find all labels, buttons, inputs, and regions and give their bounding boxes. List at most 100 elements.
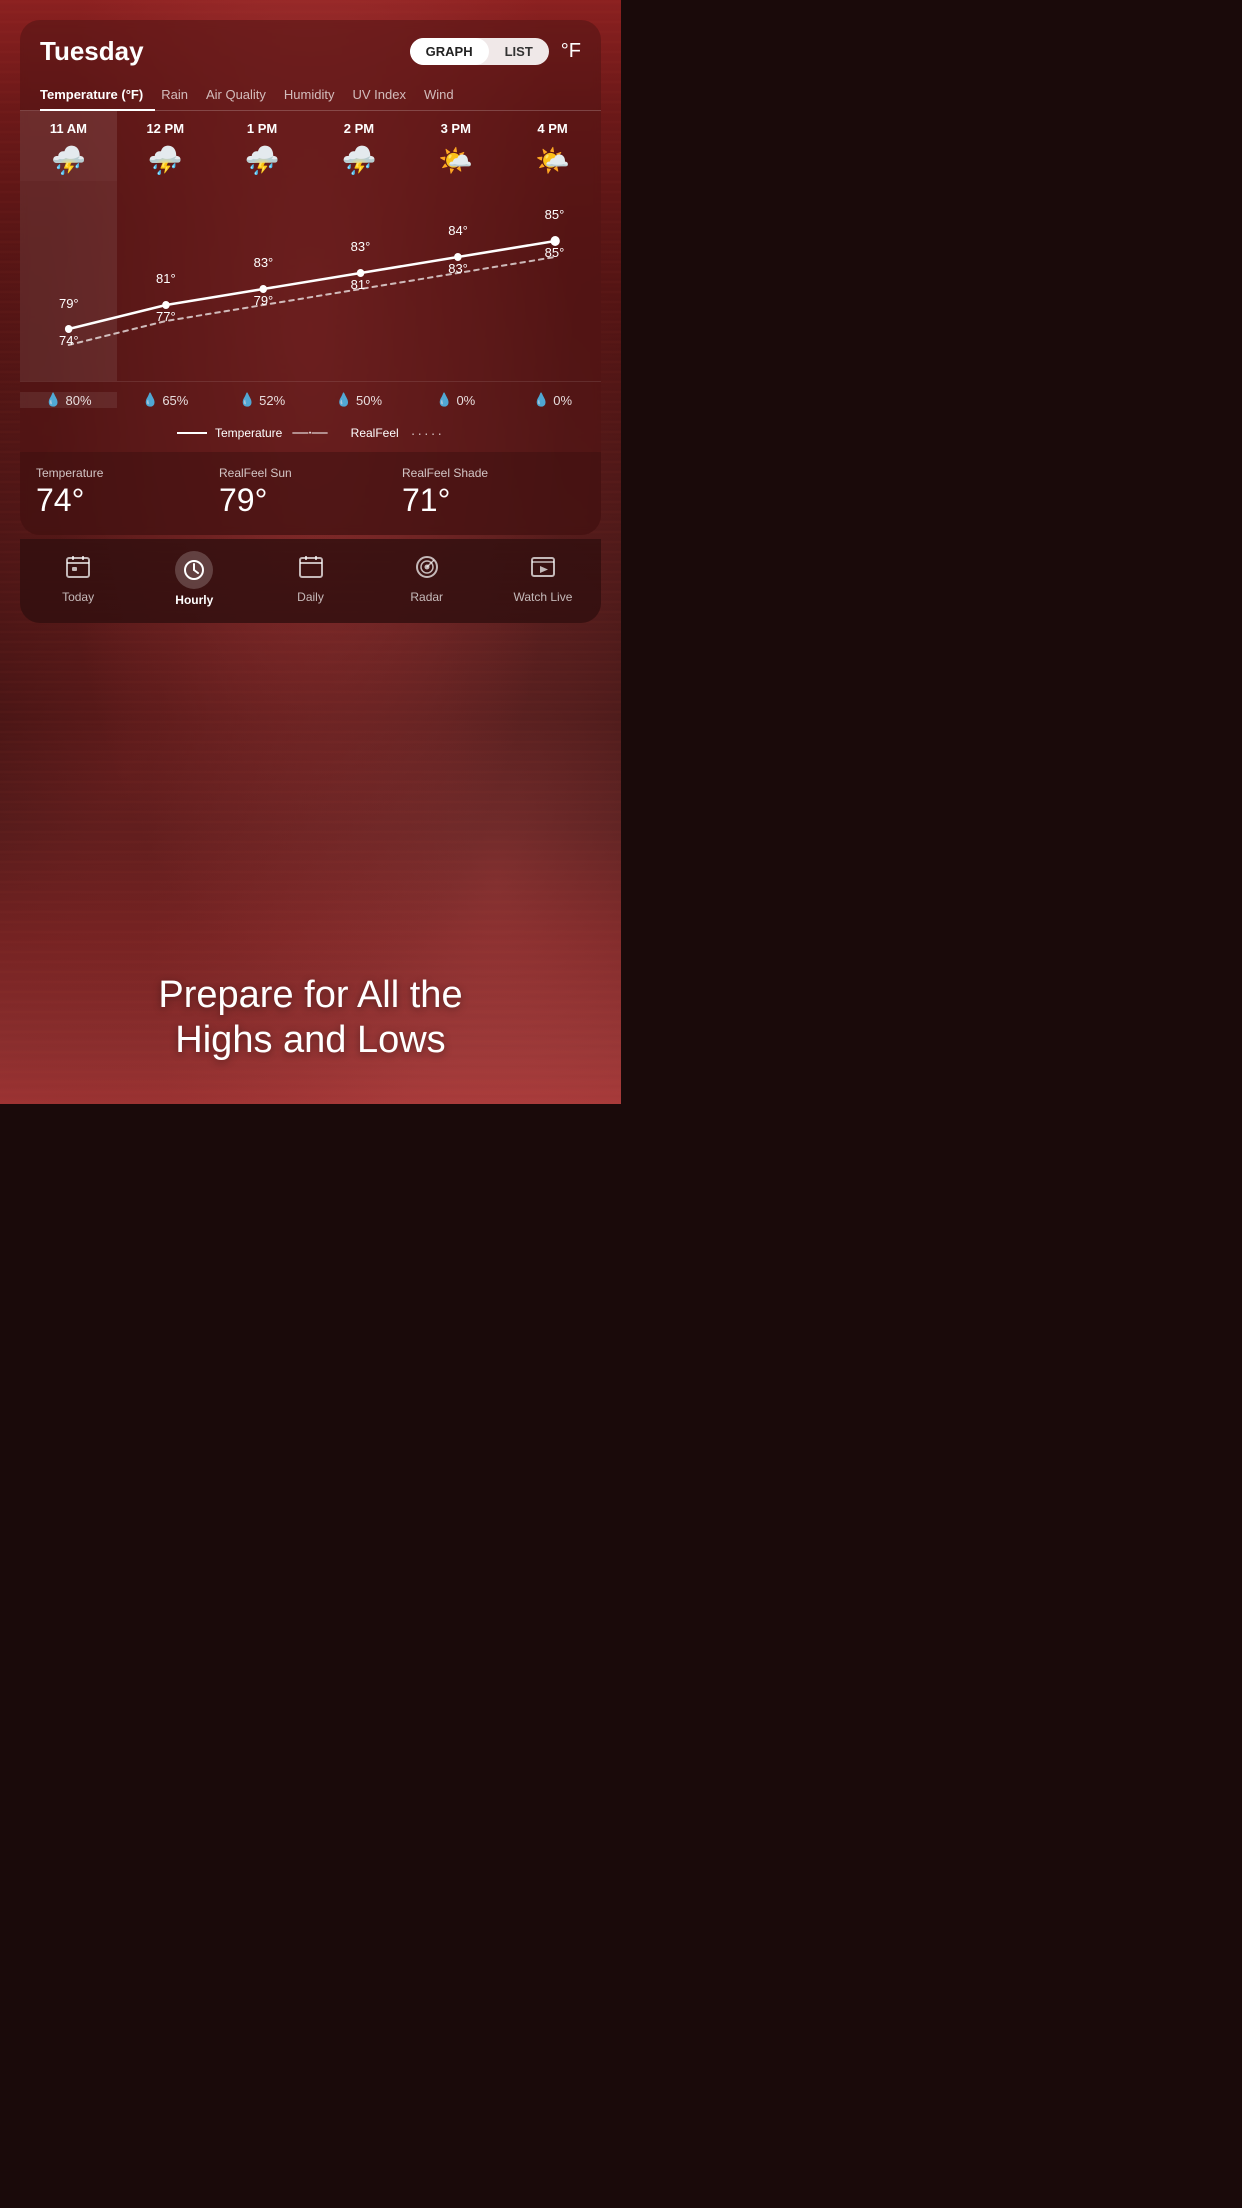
precip-value-4: 0%	[456, 393, 475, 408]
high-temp-label-5: 85°	[545, 207, 565, 222]
precip-value-2: 52%	[259, 393, 285, 408]
list-button[interactable]: LIST	[489, 38, 549, 65]
dot-2	[260, 285, 267, 293]
stat-realfeel-sun-value: 79°	[219, 482, 402, 519]
hours-grid: 11 AM ⛈️ 12 PM ⛈️ 1 PM ⛈️ 2 PM ⛈️ 3 PM	[20, 111, 601, 181]
low-temp-label-3: 81°	[351, 277, 371, 292]
high-temp-label-4: 84°	[448, 223, 468, 238]
chart-legend: Temperature —·— RealFeel ·····	[20, 420, 601, 452]
legend-realfeel-label: RealFeel	[351, 426, 399, 440]
hour-label-1: 12 PM	[146, 121, 184, 136]
hour-label-5: 4 PM	[537, 121, 567, 136]
temperature-chart: 79° 81° 83° 83° 84° 85° 74° 77° 79° 81° …	[20, 181, 601, 381]
stat-realfeel-sun: RealFeel Sun 79°	[219, 466, 402, 519]
unit-label: °F	[561, 40, 581, 63]
tab-uv-index[interactable]: UV Index	[353, 79, 418, 110]
legend-realfeel: RealFeel ·····	[351, 424, 444, 442]
stat-realfeel-shade: RealFeel Shade 71°	[402, 466, 585, 519]
precip-icon-0: 💧	[45, 392, 61, 408]
bottom-nav: Today Hourly Daily	[20, 539, 601, 623]
stat-realfeel-sun-label: RealFeel Sun	[219, 466, 402, 480]
hour-label-2: 1 PM	[247, 121, 277, 136]
hour-label-3: 2 PM	[344, 121, 374, 136]
precip-cell-0: 💧 80%	[20, 392, 117, 408]
precip-icon-3: 💧	[336, 392, 352, 408]
header-controls: GRAPH LIST °F	[410, 38, 581, 65]
high-temp-label-1: 81°	[156, 271, 176, 286]
tab-wind[interactable]: Wind	[424, 79, 466, 110]
today-icon	[65, 554, 91, 586]
daily-icon	[298, 554, 324, 586]
stat-temperature-label: Temperature	[36, 466, 219, 480]
radar-icon	[414, 554, 440, 586]
weather-icon-5: 🌤️	[535, 144, 570, 177]
precip-icon-2: 💧	[239, 392, 255, 408]
precip-cell-4: 💧 0%	[407, 392, 504, 408]
tab-humidity[interactable]: Humidity	[284, 79, 347, 110]
dot-4	[454, 253, 461, 261]
weather-icon-2: ⛈️	[245, 144, 280, 177]
tab-temperature[interactable]: Temperature (°F)	[40, 79, 155, 110]
tab-air-quality[interactable]: Air Quality	[206, 79, 278, 110]
weather-card: Tuesday GRAPH LIST °F Temperature (°F) R…	[20, 20, 601, 535]
precip-icon-4: 💧	[436, 392, 452, 408]
graph-button[interactable]: GRAPH	[410, 38, 489, 65]
precip-cell-2: 💧 52%	[214, 392, 311, 408]
tab-rain[interactable]: Rain	[161, 79, 200, 110]
precip-cell-1: 💧 65%	[117, 392, 214, 408]
watch-live-icon	[530, 554, 556, 586]
nav-hourly[interactable]: Hourly	[136, 551, 252, 607]
low-temp-label-1: 77°	[156, 309, 176, 324]
nav-hourly-label: Hourly	[175, 593, 213, 607]
view-toggle[interactable]: GRAPH LIST	[410, 38, 549, 65]
nav-today[interactable]: Today	[20, 554, 136, 604]
precip-value-0: 80%	[65, 393, 91, 408]
legend-temperature: Temperature —·—	[177, 424, 327, 442]
nav-today-label: Today	[62, 590, 94, 604]
weather-icon-4: 🌤️	[438, 144, 473, 177]
dot-0	[65, 325, 72, 333]
hour-col-3: 2 PM ⛈️	[311, 111, 408, 181]
weather-icon-3: ⛈️	[341, 144, 376, 177]
low-temp-label-4: 83°	[448, 261, 468, 276]
precip-value-5: 0%	[553, 393, 572, 408]
high-temp-label-0: 79°	[59, 296, 79, 311]
hour-col-5: 4 PM 🌤️	[504, 111, 601, 181]
high-temp-label-3: 83°	[351, 239, 371, 254]
stat-temperature-value: 74°	[36, 482, 219, 519]
realfeel-line	[69, 257, 556, 345]
high-temp-line	[69, 241, 556, 329]
nav-watch-live[interactable]: Watch Live	[485, 554, 601, 604]
precip-row: 💧 80% 💧 65% 💧 52% 💧 50% 💧 0%	[20, 381, 601, 420]
stat-realfeel-shade-label: RealFeel Shade	[402, 466, 585, 480]
precip-icon-1: 💧	[142, 392, 158, 408]
nav-watch-live-label: Watch Live	[513, 590, 572, 604]
precip-cell-3: 💧 50%	[311, 392, 408, 408]
nav-radar[interactable]: Radar	[369, 554, 485, 604]
day-title: Tuesday	[40, 36, 144, 67]
hour-col-4: 3 PM 🌤️	[407, 111, 504, 181]
tagline: Prepare for All theHighs and Lows	[0, 973, 621, 1064]
nav-daily-label: Daily	[297, 590, 324, 604]
high-temp-label-2: 83°	[254, 255, 274, 270]
hour-col-1: 12 PM ⛈️	[117, 111, 214, 181]
chart-svg	[20, 181, 601, 381]
legend-temperature-line	[177, 432, 207, 434]
hourly-icon	[175, 551, 213, 589]
hour-col-2: 1 PM ⛈️	[214, 111, 311, 181]
dot-3	[357, 269, 364, 277]
weather-icon-1: ⛈️	[148, 144, 183, 177]
precip-value-3: 50%	[356, 393, 382, 408]
nav-tabs: Temperature (°F) Rain Air Quality Humidi…	[20, 79, 601, 111]
nav-daily[interactable]: Daily	[252, 554, 368, 604]
low-temp-label-0: 74°	[59, 333, 79, 348]
legend-temperature-label: Temperature	[215, 426, 282, 440]
dot-1	[162, 301, 169, 309]
card-header: Tuesday GRAPH LIST °F	[20, 20, 601, 79]
stats-row: Temperature 74° RealFeel Sun 79° RealFee…	[20, 452, 601, 535]
weather-icon-0: ⛈️	[51, 144, 86, 177]
precip-cell-5: 💧 0%	[504, 392, 601, 408]
chart-section: 11 AM ⛈️ 12 PM ⛈️ 1 PM ⛈️ 2 PM ⛈️ 3 PM	[20, 111, 601, 452]
precip-value-1: 65%	[162, 393, 188, 408]
hour-col-0: 11 AM ⛈️	[20, 111, 117, 181]
